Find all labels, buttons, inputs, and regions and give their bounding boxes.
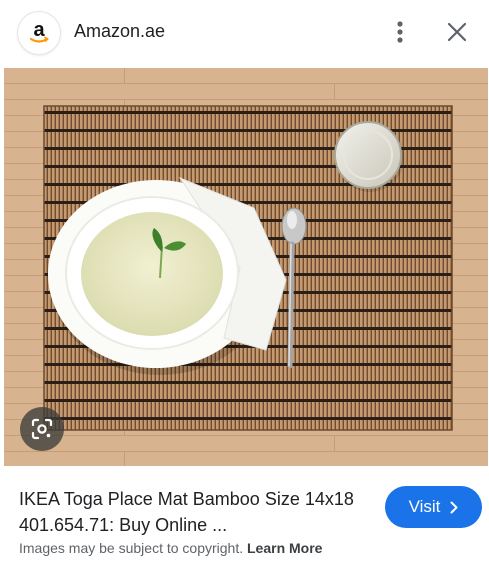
amazon-logo-icon: a xyxy=(29,19,49,43)
copyright-notice: Images may be subject to copyright. Lear… xyxy=(19,540,322,556)
amazon-logo[interactable]: a xyxy=(18,12,60,54)
more-vert-icon xyxy=(397,21,403,43)
google-lens-icon xyxy=(31,418,53,440)
close-icon xyxy=(448,23,466,41)
visit-button[interactable]: Visit xyxy=(385,486,482,528)
svg-text:a: a xyxy=(33,19,45,41)
result-image[interactable] xyxy=(4,68,488,466)
header-bar: a Amazon.ae xyxy=(0,0,489,66)
chevron-right-icon xyxy=(450,501,458,513)
site-name[interactable]: Amazon.ae xyxy=(74,21,165,42)
learn-more-link[interactable]: Learn More xyxy=(247,540,322,556)
close-button[interactable] xyxy=(441,16,473,48)
copyright-text: Images may be subject to copyright. xyxy=(19,540,244,556)
google-lens-button[interactable] xyxy=(20,407,64,451)
result-title[interactable]: IKEA Toga Place Mat Bamboo Size 14x18 40… xyxy=(19,486,359,538)
visit-label: Visit xyxy=(408,497,441,516)
place-mat-photo xyxy=(4,68,488,466)
more-options-button[interactable] xyxy=(384,16,416,48)
